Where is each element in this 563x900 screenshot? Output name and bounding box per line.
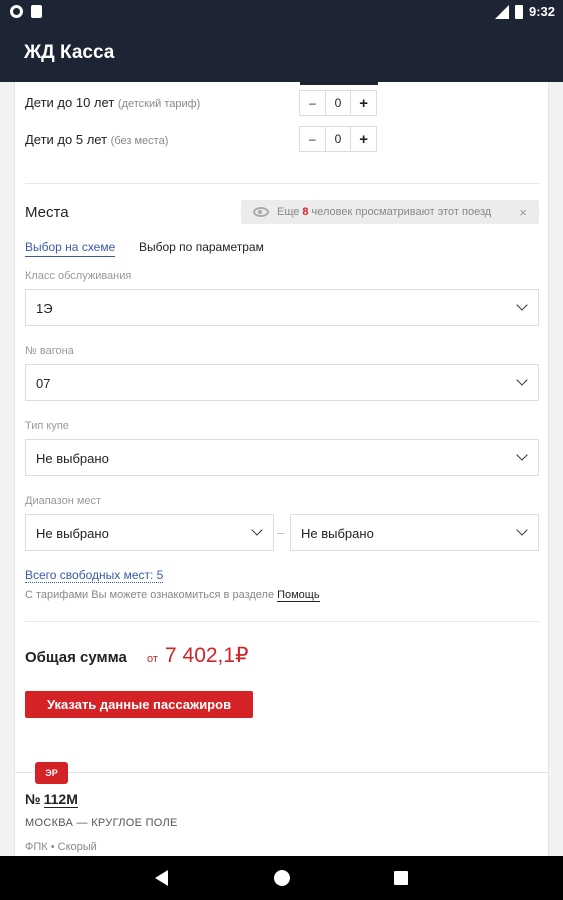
battery-icon bbox=[514, 4, 523, 19]
scroll-content[interactable]: Дети до 10 лет (детский тариф) – 0 + Дет… bbox=[0, 82, 563, 856]
seat-range-from-select[interactable]: Не выбрано bbox=[25, 514, 274, 551]
train-route: МОСКВА — КРУГЛОЕ ПОЛЕ bbox=[25, 817, 178, 829]
pax-label-children-10: Дети до 10 лет (детский тариф) bbox=[25, 95, 201, 110]
scrolled-element-edge bbox=[300, 82, 378, 85]
stepper-value: 0 bbox=[334, 96, 342, 110]
stepper-value: 0 bbox=[334, 132, 342, 146]
plus-button[interactable]: + bbox=[350, 127, 376, 151]
places-title: Места bbox=[25, 204, 69, 221]
booking-card: Дети до 10 лет (детский тариф) – 0 + Дет… bbox=[14, 82, 549, 828]
divider bbox=[25, 183, 539, 184]
signal-icon bbox=[494, 4, 509, 19]
range-separator: – bbox=[277, 525, 285, 540]
car-number-label: № вагона bbox=[25, 345, 74, 357]
viewers-notice: Еще 8 человек просматривают этот поезд × bbox=[241, 200, 539, 224]
seat-range-to-select[interactable]: Не выбрано bbox=[290, 514, 539, 551]
compartment-type-select[interactable]: Не выбрано bbox=[25, 439, 539, 476]
recent-apps-icon[interactable] bbox=[394, 871, 408, 885]
close-icon[interactable]: × bbox=[519, 205, 527, 220]
enter-passengers-button[interactable]: Указать данные пассажиров bbox=[25, 691, 253, 718]
notification-icon bbox=[10, 5, 23, 18]
tariff-note: С тарифами Вы можете ознакомиться в разд… bbox=[25, 589, 320, 602]
eye-icon bbox=[253, 207, 269, 217]
system-nav-bar bbox=[0, 856, 563, 900]
total-from: от bbox=[147, 653, 158, 665]
compartment-type-label: Тип купе bbox=[25, 420, 69, 432]
back-icon[interactable] bbox=[155, 870, 168, 886]
chevron-down-icon bbox=[516, 449, 528, 461]
home-icon[interactable] bbox=[274, 870, 290, 886]
total-price: 7 402,1₽ bbox=[165, 644, 249, 667]
sd-card-icon bbox=[31, 5, 42, 18]
free-seats-link[interactable]: Всего свободных мест: 5 bbox=[25, 568, 164, 583]
train-number: № 112М bbox=[25, 791, 78, 808]
chevron-down-icon bbox=[516, 374, 528, 386]
car-number-select[interactable]: 07 bbox=[25, 364, 539, 401]
chevron-down-icon bbox=[251, 524, 263, 536]
status-time: 9:32 bbox=[528, 4, 555, 19]
viewers-count: 8 bbox=[302, 206, 309, 218]
help-link[interactable]: Помощь bbox=[277, 589, 320, 602]
children-10-stepper[interactable]: – 0 + bbox=[299, 90, 377, 116]
train-carrier: ФПК • Скорый bbox=[25, 841, 97, 853]
divider bbox=[25, 621, 539, 622]
minus-button[interactable]: – bbox=[300, 127, 326, 151]
total-label: Общая сумма bbox=[25, 649, 127, 666]
plus-button[interactable]: + bbox=[350, 91, 376, 115]
pax-label-children-5: Дети до 5 лет (без места) bbox=[25, 132, 169, 147]
app-title: ЖД Касса bbox=[24, 42, 115, 63]
chevron-down-icon bbox=[516, 299, 528, 311]
train-badge: ЭР bbox=[35, 762, 68, 784]
app-bar: ЖД Касса bbox=[0, 24, 563, 82]
tab-schema-selection[interactable]: Выбор на схеме bbox=[25, 240, 116, 257]
service-class-label: Класс обслуживания bbox=[25, 270, 132, 282]
seat-range-label: Диапазон мест bbox=[25, 495, 102, 507]
status-bar: 9:32 bbox=[0, 0, 563, 24]
children-5-stepper[interactable]: – 0 + bbox=[299, 126, 377, 152]
minus-button[interactable]: – bbox=[300, 91, 326, 115]
train-card[interactable]: ЭР № 112М МОСКВА — КРУГЛОЕ ПОЛЕ ФПК • Ско… bbox=[14, 762, 549, 856]
tab-parameter-selection[interactable]: Выбор по параметрам bbox=[139, 240, 264, 254]
chevron-down-icon bbox=[516, 524, 528, 536]
service-class-select[interactable]: 1Э bbox=[25, 289, 539, 326]
